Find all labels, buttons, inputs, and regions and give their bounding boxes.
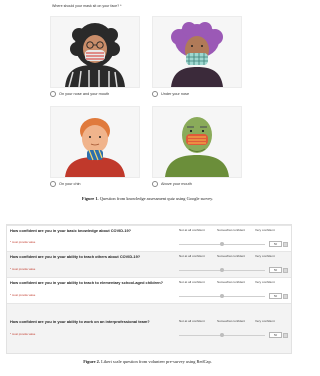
required-note: * must provide value [10, 293, 36, 297]
likert-question: How confident are you in your ability to… [10, 280, 164, 285]
radio-button[interactable] [50, 181, 56, 187]
column-label-not-at-all: Not at all confident [179, 319, 205, 323]
option-nose-and-mouth[interactable]: On your nose and your mouth [50, 91, 109, 97]
column-label-very: Very confident [255, 254, 275, 258]
option-on-chin[interactable]: On your chin [50, 181, 81, 187]
woman-glasses-striped-mask-avatar [65, 23, 125, 88]
likert-row-1: How confident are you in your basic know… [7, 225, 291, 251]
purple-hair-checkered-mask-avatar [171, 22, 223, 87]
column-label-very: Very confident [255, 280, 275, 284]
option-under-nose[interactable]: Under your nose [152, 91, 189, 97]
column-label-not-at-all: Not at all confident [179, 228, 205, 232]
option-label: Under your nose [161, 92, 190, 96]
slider-value-box[interactable]: 50 [269, 293, 282, 299]
column-label-somewhat: Somewhat confident [217, 254, 246, 258]
figure-2-text: Likert scale question from volunteer pre… [99, 359, 212, 364]
likert-question: How confident are you in your basic know… [10, 228, 132, 233]
redhead-chin-mask-avatar [65, 118, 125, 177]
avatar-card-1[interactable] [50, 16, 140, 88]
column-label-not-at-all: Not at all confident [179, 254, 205, 258]
option-label: Above your mouth [161, 182, 192, 186]
slider-value-box[interactable]: 50 [269, 241, 282, 247]
bald-man-mask-avatar [165, 117, 229, 177]
likert-row-2: How confident are you in your ability to… [7, 251, 291, 277]
column-label-not-at-all: Not at all confident [179, 280, 205, 284]
column-label-somewhat: Somewhat confident [217, 319, 246, 323]
likert-question: How confident are you in your ability to… [10, 319, 150, 324]
option-above-mouth[interactable]: Above your mouth [152, 181, 192, 187]
likert-survey-table: How confident are you in your basic know… [6, 224, 292, 354]
avatar-card-4[interactable] [152, 106, 242, 178]
reset-icon[interactable] [283, 293, 288, 299]
column-label-very: Very confident [255, 228, 275, 232]
likert-row-4: How confident are you in your ability to… [7, 303, 291, 353]
figure-1-label: Figure 1. [81, 196, 99, 201]
slider-handle[interactable] [220, 333, 224, 337]
reset-icon[interactable] [283, 267, 288, 273]
figure-1-text: Question from knowledge assessment quiz … [98, 196, 214, 201]
option-label: On your chin [59, 182, 81, 186]
slider-value-box[interactable]: 50 [269, 267, 282, 273]
slider-handle[interactable] [220, 242, 224, 246]
required-note: * must provide value [10, 240, 36, 244]
column-label-somewhat: Somewhat confident [217, 280, 246, 284]
figure-1-caption: Figure 1. Question from knowledge assess… [0, 196, 295, 201]
avatar-card-2[interactable] [152, 16, 242, 88]
likert-question: How confident are you in your ability to… [10, 254, 141, 259]
slider-value-box[interactable]: 50 [269, 332, 282, 338]
radio-button[interactable] [152, 181, 158, 187]
avatar-card-3[interactable] [50, 106, 140, 178]
column-label-very: Very confident [255, 319, 275, 323]
option-label: On your nose and your mouth [59, 92, 110, 96]
required-note: * must provide value [10, 332, 36, 336]
quiz-question: Where should your mask sit on your face?… [52, 4, 122, 8]
likert-row-3: How confident are you in your ability to… [7, 277, 291, 303]
required-note: * must provide value [10, 267, 36, 271]
slider-handle[interactable] [220, 294, 224, 298]
slider-handle[interactable] [220, 268, 224, 272]
column-label-somewhat: Somewhat confident [217, 228, 246, 232]
radio-button[interactable] [50, 91, 56, 97]
figure-2-label: Figure 2. [83, 359, 100, 364]
figure-2-caption: Figure 2. Likert scale question from vol… [0, 359, 295, 364]
radio-button[interactable] [152, 91, 158, 97]
reset-icon[interactable] [283, 332, 288, 338]
reset-icon[interactable] [283, 241, 288, 247]
